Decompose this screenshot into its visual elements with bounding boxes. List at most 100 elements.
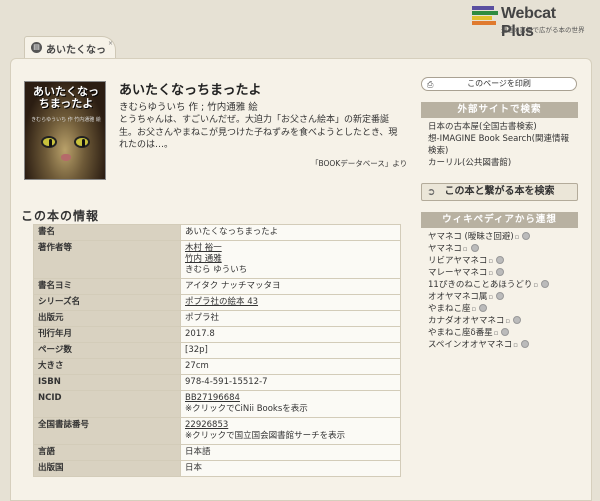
info-value-link[interactable]: ポプラ社の絵本 43 [185, 297, 396, 308]
info-key: 出版元 [33, 310, 181, 327]
external-search-link[interactable]: 日本の古本屋(全国古書検索) [428, 122, 537, 132]
wiki-item-link[interactable]: オオヤマネコ属 [428, 292, 487, 302]
wiki-item-link[interactable]: ヤマネコ [428, 244, 462, 254]
search-circle-icon[interactable] [479, 304, 488, 312]
wiki-item-link[interactable]: 11ぴきのねことあほうどり [428, 280, 532, 290]
close-icon[interactable]: × [108, 40, 113, 47]
print-icon: ⎙ [427, 80, 434, 89]
info-value-text: 日本 [185, 463, 203, 473]
info-value: ポプラ社の絵本 43 [180, 294, 401, 311]
wiki-item-link[interactable]: ヤマネコ (曖昧さ回避) [428, 232, 514, 242]
book-cover-image: あいたくなっちまったよ きむらゆういち 作 竹内通雅 絵 [24, 81, 106, 180]
main-panel: あいたくなっちまったよ きむらゆういち 作 竹内通雅 絵 あいたくなっちまったよ… [10, 58, 592, 501]
info-value-text: きむら ゆういち [185, 265, 248, 275]
info-key: ISBN [33, 374, 181, 391]
info-key: 言語 [33, 444, 181, 461]
external-link-icon[interactable]: ▫ [533, 279, 538, 291]
cat-eye-right [74, 136, 90, 148]
print-button-label: このページを印刷 [467, 79, 531, 88]
book-description: とうちゃんは、すごいんだぜ。大迫力「お父さん絵本」の新定番誕生。お父さんやまねこ… [119, 115, 398, 150]
info-value: 日本語 [180, 444, 401, 461]
external-search-item: カーリル(公共図書館) [428, 157, 574, 169]
wiki-item: 11ぴきのねことあほうどり▫ [428, 279, 574, 291]
info-key: 刊行年月 [33, 326, 181, 343]
info-value: 木村 裕一 竹内 通雅 きむら ゆういち [180, 240, 401, 279]
cover-subtitle: きむらゆういち 作 竹内通雅 絵 [31, 117, 101, 123]
wiki-item-link[interactable]: リビアヤマネコ [428, 256, 487, 266]
info-key: 著作者等 [33, 240, 181, 279]
book-icon: ▤ [31, 42, 42, 53]
connect-search-button[interactable]: ➲ この本と繋がる本を検索 [421, 183, 578, 201]
print-button[interactable]: ⎙ このページを印刷 [421, 77, 577, 91]
wiki-item: やまねこ座δ番星▫ [428, 327, 574, 339]
webcat-plus-logo[interactable]: Webcat Plus 連想×書棚で広がる本の世界 [472, 5, 592, 40]
book-author: きむらゆういち 作 ; 竹内通雅 絵 [119, 102, 258, 113]
info-row: 言語 日本語 [33, 444, 401, 461]
info-value-link[interactable]: 22926853 [185, 420, 396, 431]
search-circle-icon[interactable] [501, 328, 510, 336]
wiki-item: ヤマネコ (曖昧さ回避)▫ [428, 231, 574, 243]
search-circle-icon[interactable] [496, 268, 505, 276]
search-circle-icon[interactable] [496, 256, 505, 264]
search-circle-icon[interactable] [496, 292, 505, 300]
connect-search-label: この本と繋がる本を検索 [444, 186, 555, 197]
external-link-icon[interactable]: ▫ [488, 255, 493, 267]
info-value-text: 27cm [185, 361, 209, 371]
info-value-text: 2017.8 [185, 329, 215, 339]
external-search-link[interactable]: 想-IMAGINE Book Search(関連情報検索) [428, 134, 569, 156]
external-link-icon[interactable]: ▫ [494, 327, 499, 339]
tab-book[interactable]: ▤ あいたくなっ × [24, 36, 116, 58]
info-key: 出版国 [33, 460, 181, 477]
search-circle-icon[interactable] [521, 340, 529, 348]
info-key: 全国書誌番号 [33, 417, 181, 445]
info-row: 出版国 日本 [33, 460, 401, 477]
external-search-link[interactable]: カーリル(公共図書館) [428, 158, 511, 168]
wiki-item-link[interactable]: カナダオオヤマネコ [428, 316, 504, 326]
info-row: 書名ヨミ アイタク ナッチマッタヨ [33, 278, 401, 295]
header: Webcat Plus 連想×書棚で広がる本の世界 ▤ あいたくなっ × [0, 0, 600, 60]
info-key: シリーズ名 [33, 294, 181, 311]
search-circle-icon[interactable] [470, 244, 479, 252]
external-search-heading: 外部サイトで検索 [421, 102, 578, 118]
info-value: [32p] [180, 342, 401, 359]
info-value-link[interactable]: 木村 裕一 [185, 243, 396, 254]
info-row: 書名 あいたくなっちまったよ [33, 224, 401, 241]
info-value-text: 978-4-591-15512-7 [185, 377, 268, 387]
external-search-item: 想-IMAGINE Book Search(関連情報検索) [428, 133, 574, 157]
info-row: シリーズ名 ポプラ社の絵本 43 [33, 294, 401, 311]
info-value-link[interactable]: 竹内 通雅 [185, 254, 396, 265]
external-link-icon[interactable]: ▫ [463, 243, 468, 255]
external-link-icon[interactable]: ▫ [488, 267, 493, 279]
wiki-item-link[interactable]: マレーヤマネコ [428, 268, 487, 278]
wiki-item-link[interactable]: スペインオオヤマネコ [428, 340, 512, 350]
info-key: 書名ヨミ [33, 278, 181, 295]
external-link-icon[interactable]: ▫ [505, 315, 510, 327]
wiki-list: ヤマネコ (曖昧さ回避)▫ ヤマネコ▫ リビアヤマネコ▫ マレーヤマネコ▫ 11ぴきのね… [421, 228, 581, 354]
wiki-item: カナダオオヤマネコ▫ [428, 315, 574, 327]
info-value: 日本 [180, 460, 401, 477]
search-circle-icon[interactable] [513, 316, 522, 324]
tab-label: あいたくなっ [46, 45, 106, 56]
external-link-icon[interactable]: ▫ [515, 231, 520, 243]
book-title: あいたくなっちまったよ [119, 83, 262, 98]
info-value-text: 日本語 [185, 447, 211, 457]
description-source: 「BOOKデータベース」より [311, 159, 408, 168]
cover-title: あいたくなっちまったよ [33, 85, 99, 110]
logo-tagline: 連想×書棚で広がる本の世界 [501, 26, 585, 34]
info-value: あいたくなっちまったよ [180, 224, 401, 241]
logo-name: Webcat Plus [501, 5, 556, 40]
logo-bars-icon [472, 6, 498, 28]
wiki-item-link[interactable]: やまねこ座δ番星 [428, 328, 493, 338]
info-value-text: [32p] [185, 345, 208, 355]
info-row: 大きさ 27cm [33, 358, 401, 375]
external-search-item: 日本の古本屋(全国古書検索) [428, 121, 574, 133]
info-row: NCID BB27196684 ※クリックでCiNii Booksを表示 [33, 390, 401, 418]
wiki-item: オオヤマネコ属▫ [428, 291, 574, 303]
search-circle-icon[interactable] [522, 232, 531, 240]
external-link-icon[interactable]: ▫ [472, 303, 477, 315]
search-circle-icon[interactable] [541, 280, 550, 288]
external-link-icon[interactable]: ▫ [513, 339, 518, 351]
external-link-icon[interactable]: ▫ [488, 291, 493, 303]
wiki-item-link[interactable]: やまねこ座 [428, 304, 471, 314]
info-value-link[interactable]: BB27196684 [185, 393, 396, 404]
